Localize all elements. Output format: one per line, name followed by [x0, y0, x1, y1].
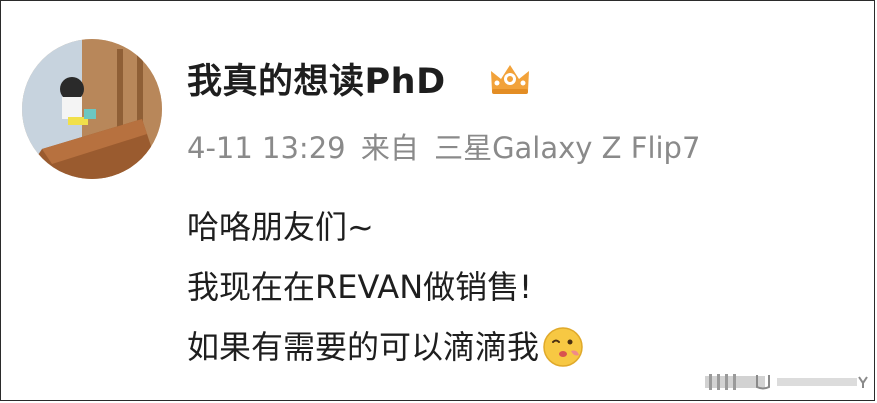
avatar-image: [22, 39, 162, 179]
avatar[interactable]: [22, 39, 162, 179]
post-card: 我真的想读PhD 4-11 13:29 来自 三星Galaxy Z Flip7 …: [0, 0, 875, 401]
post-timestamp: 4-11 13:29: [187, 131, 346, 165]
device-link[interactable]: 三星Galaxy Z Flip7: [434, 131, 700, 165]
source-prefix: 来自: [360, 131, 419, 165]
post-line-1: 哈咯朋友们~: [187, 208, 374, 246]
post-body: 哈咯朋友们~ 我现在在REVAN做销售! 如果有需要的可以滴滴我: [187, 197, 585, 377]
post-line-2: 我现在在REVAN做销售!: [187, 268, 532, 306]
crown-badge-icon[interactable]: [487, 61, 533, 97]
post-meta: 4-11 13:29 来自 三星Galaxy Z Flip7: [187, 125, 706, 167]
username[interactable]: 我真的想读PhD: [187, 53, 446, 104]
post-line-3: 如果有需要的可以滴滴我: [187, 328, 540, 366]
watermark-icon: [705, 374, 868, 390]
wink-kiss-emoji-icon: [543, 327, 583, 367]
post-line-3-row: 如果有需要的可以滴滴我: [187, 317, 585, 377]
